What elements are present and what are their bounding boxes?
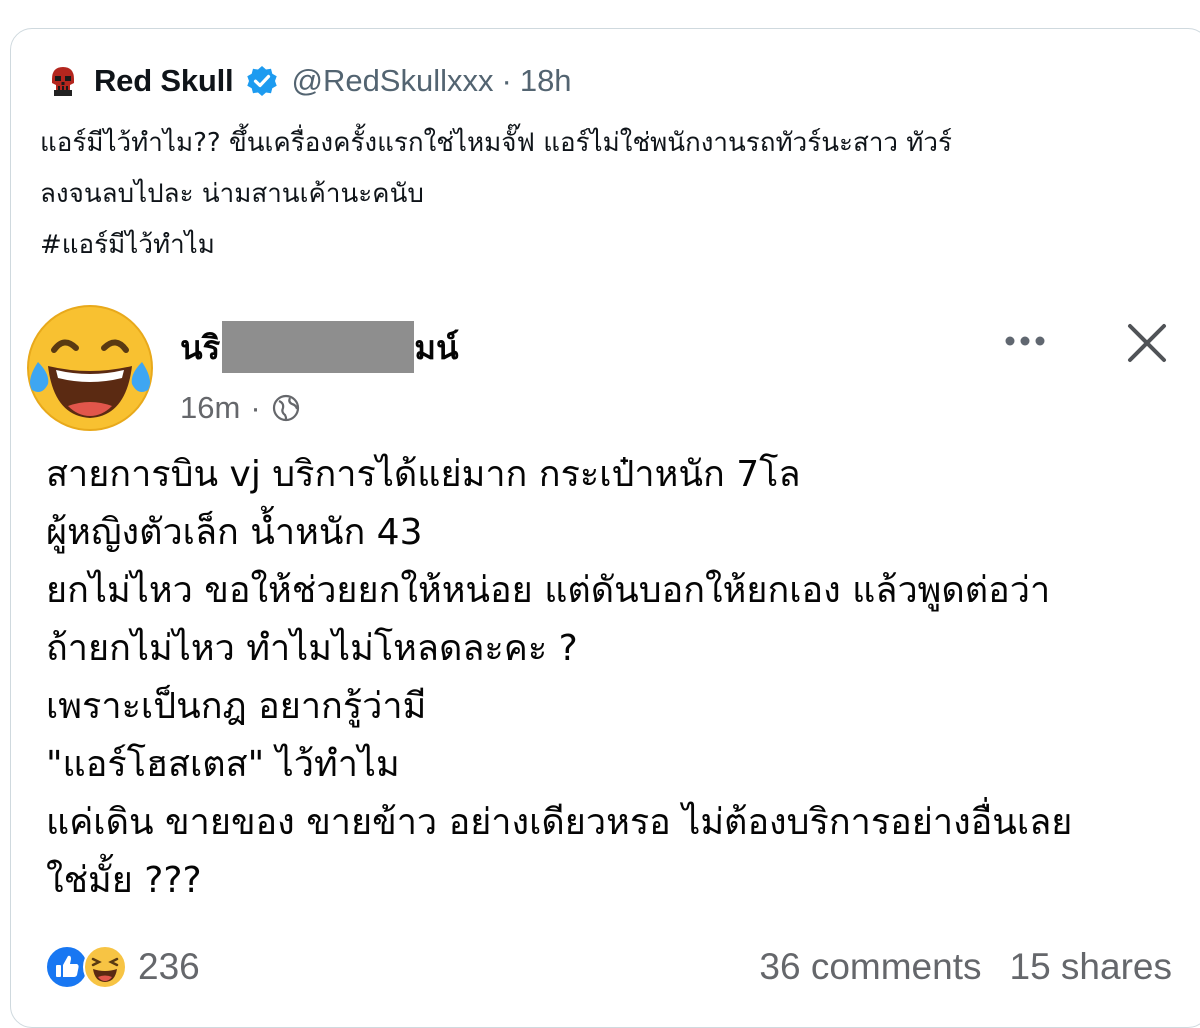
post-text-line: ยกไม่ไหว ขอให้ช่วยยกให้หน่อย แต่ดันบอกให… bbox=[46, 570, 1051, 611]
post-text-line: ถ้ายกไม่ไหว ทำไมไม่โหลดละคะ ? bbox=[46, 628, 578, 669]
red-skull-avatar-icon[interactable] bbox=[46, 64, 80, 98]
shares-count[interactable]: 15 shares bbox=[1010, 946, 1173, 988]
post-stats: 36 comments 15 shares bbox=[759, 942, 1172, 992]
post-body: สายการบิน vj บริการได้แย่มาก กระเป๋าหนัก… bbox=[46, 446, 1196, 910]
reactions-summary[interactable]: 236 bbox=[44, 942, 200, 992]
tweet-text-line: ลงจนลบไปละ น่ามสานเค้านะคนับ bbox=[40, 179, 424, 209]
verified-badge-icon bbox=[247, 66, 278, 96]
post-text-line: เพราะเป็นกฎ อยากรู้ว่ามี bbox=[46, 686, 427, 727]
tweet-hashtag[interactable]: #แอร์มีไว้ทำไม bbox=[40, 220, 1190, 271]
tweet-text-line: แอร์มีไว้ทำไม?? ขึ้นเครื่องครั้งแรกใช่ไห… bbox=[40, 128, 952, 158]
tweet-timestamp[interactable]: 18h bbox=[520, 63, 572, 99]
post-text-line: ใช่มั้ย ??? bbox=[46, 860, 202, 901]
close-icon[interactable] bbox=[1124, 320, 1170, 366]
post-meta: 16m · bbox=[180, 386, 301, 430]
tweet-text: แอร์มีไว้ทำไม?? ขึ้นเครื่องครั้งแรกใช่ไห… bbox=[40, 118, 1190, 271]
reaction-count: 236 bbox=[138, 946, 200, 987]
post-text-line: "แอร์โฮสเตส" ไว้ทำไม bbox=[46, 744, 400, 785]
laughing-tears-emoji-icon[interactable] bbox=[18, 296, 160, 438]
tweet-separator: · bbox=[501, 63, 512, 98]
post-text-line: ผู้หญิงตัวเล็ก น้ำหนัก 43 bbox=[46, 512, 423, 553]
tweet-author-name[interactable]: Red Skull bbox=[94, 63, 234, 99]
globe-icon[interactable] bbox=[271, 393, 301, 423]
post-author-name-end: มน์ bbox=[414, 327, 459, 367]
tweet-handle[interactable]: @RedSkullxxx bbox=[291, 63, 493, 99]
haha-reaction-icon bbox=[83, 945, 127, 989]
post-author-name-start: นริ bbox=[180, 327, 221, 367]
more-options-icon[interactable] bbox=[1002, 328, 1048, 354]
comments-count[interactable]: 36 comments bbox=[759, 946, 981, 988]
post-meta-separator: · bbox=[250, 390, 261, 425]
post-text-line: แค่เดิน ขายของ ขายข้าว อย่างเดียวหรอ ไม่… bbox=[46, 802, 1073, 843]
tweet-header: Red Skull @RedSkullxxx · 18h bbox=[46, 60, 572, 102]
post-timestamp[interactable]: 16m bbox=[180, 390, 240, 426]
post-text-line: สายการบิน vj บริการได้แย่มาก กระเป๋าหนัก… bbox=[46, 454, 801, 495]
post-author-name[interactable]: นริ มน์ bbox=[180, 321, 459, 373]
censor-box bbox=[222, 321, 415, 373]
